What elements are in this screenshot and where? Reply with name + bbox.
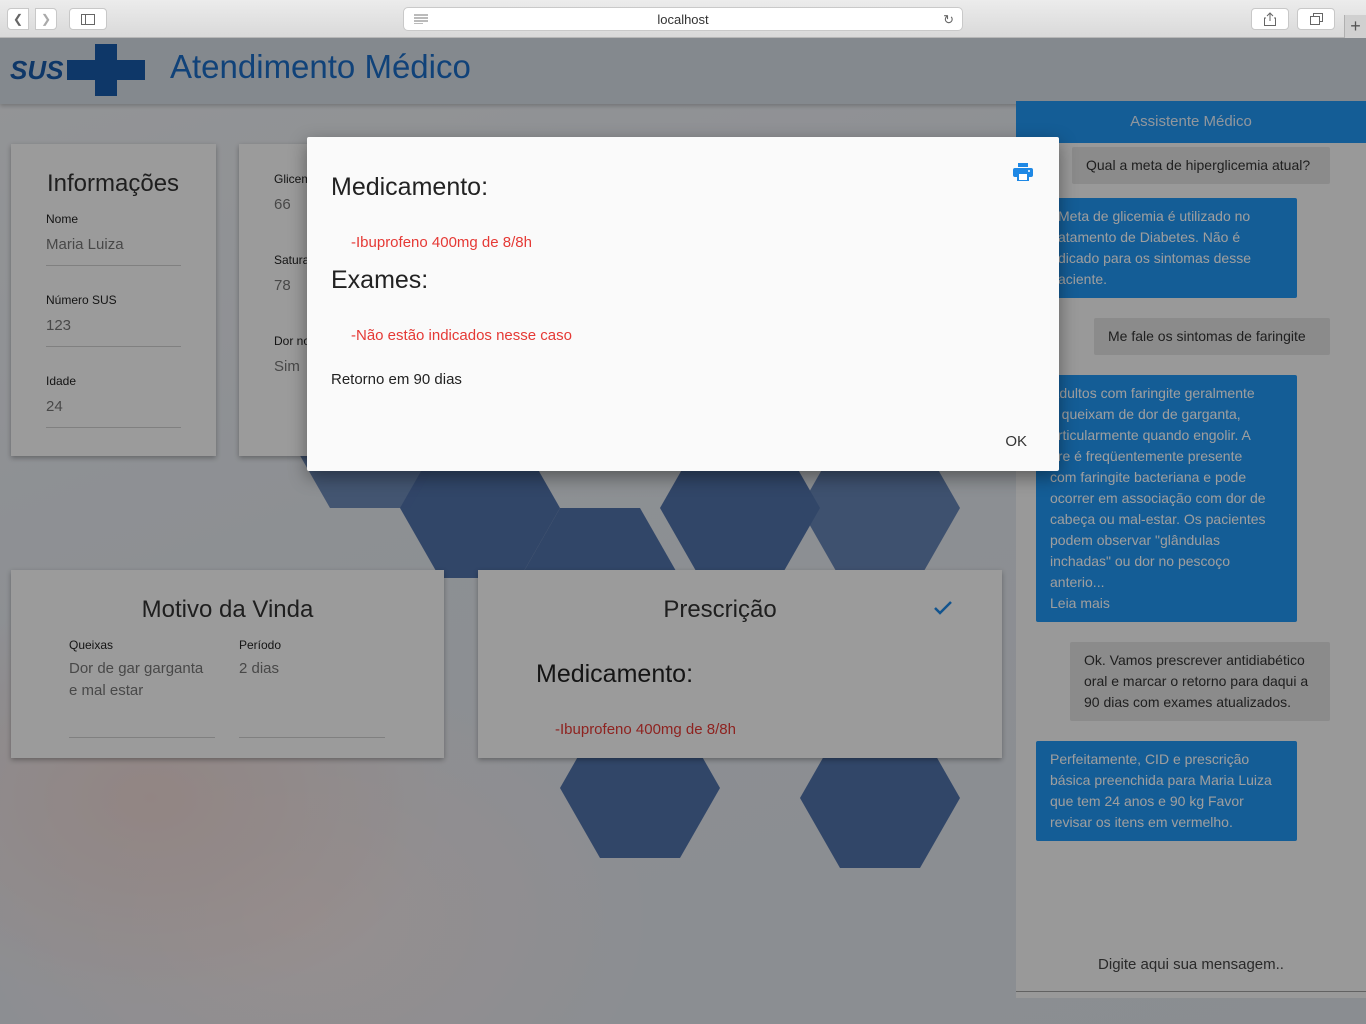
dialog-med-item: -Ibuprofeno 400mg de 8/8h [351, 234, 532, 251]
dialog-exam-heading: Exames: [331, 266, 429, 294]
new-tab-icon[interactable]: + [1344, 15, 1366, 38]
sidebar-toggle-icon[interactable] [69, 8, 107, 30]
ok-button[interactable]: OK [1005, 433, 1027, 450]
reader-icon[interactable] [414, 14, 428, 24]
share-icon[interactable] [1251, 8, 1289, 30]
address-bar[interactable]: localhost ↻ [403, 7, 963, 31]
browser-toolbar: ❮ ❯ localhost ↻ + [0, 0, 1366, 38]
tabs-overview-icon[interactable] [1297, 8, 1335, 30]
dialog-med-heading: Medicamento: [331, 173, 489, 201]
page: SUS Atendimento Médico Informações Nome … [0, 38, 1366, 1024]
dialog-exam-item: -Não estão indicados nesse caso [351, 327, 572, 344]
reload-icon[interactable]: ↻ [943, 12, 954, 28]
print-icon[interactable] [1013, 163, 1033, 181]
back-icon[interactable]: ❮ [7, 8, 29, 30]
url-text: localhost [657, 11, 709, 27]
forward-icon[interactable]: ❯ [35, 8, 57, 30]
prescription-dialog: Medicamento: -Ibuprofeno 400mg de 8/8h E… [307, 137, 1059, 471]
dialog-retorno: Retorno em 90 dias [331, 371, 462, 388]
